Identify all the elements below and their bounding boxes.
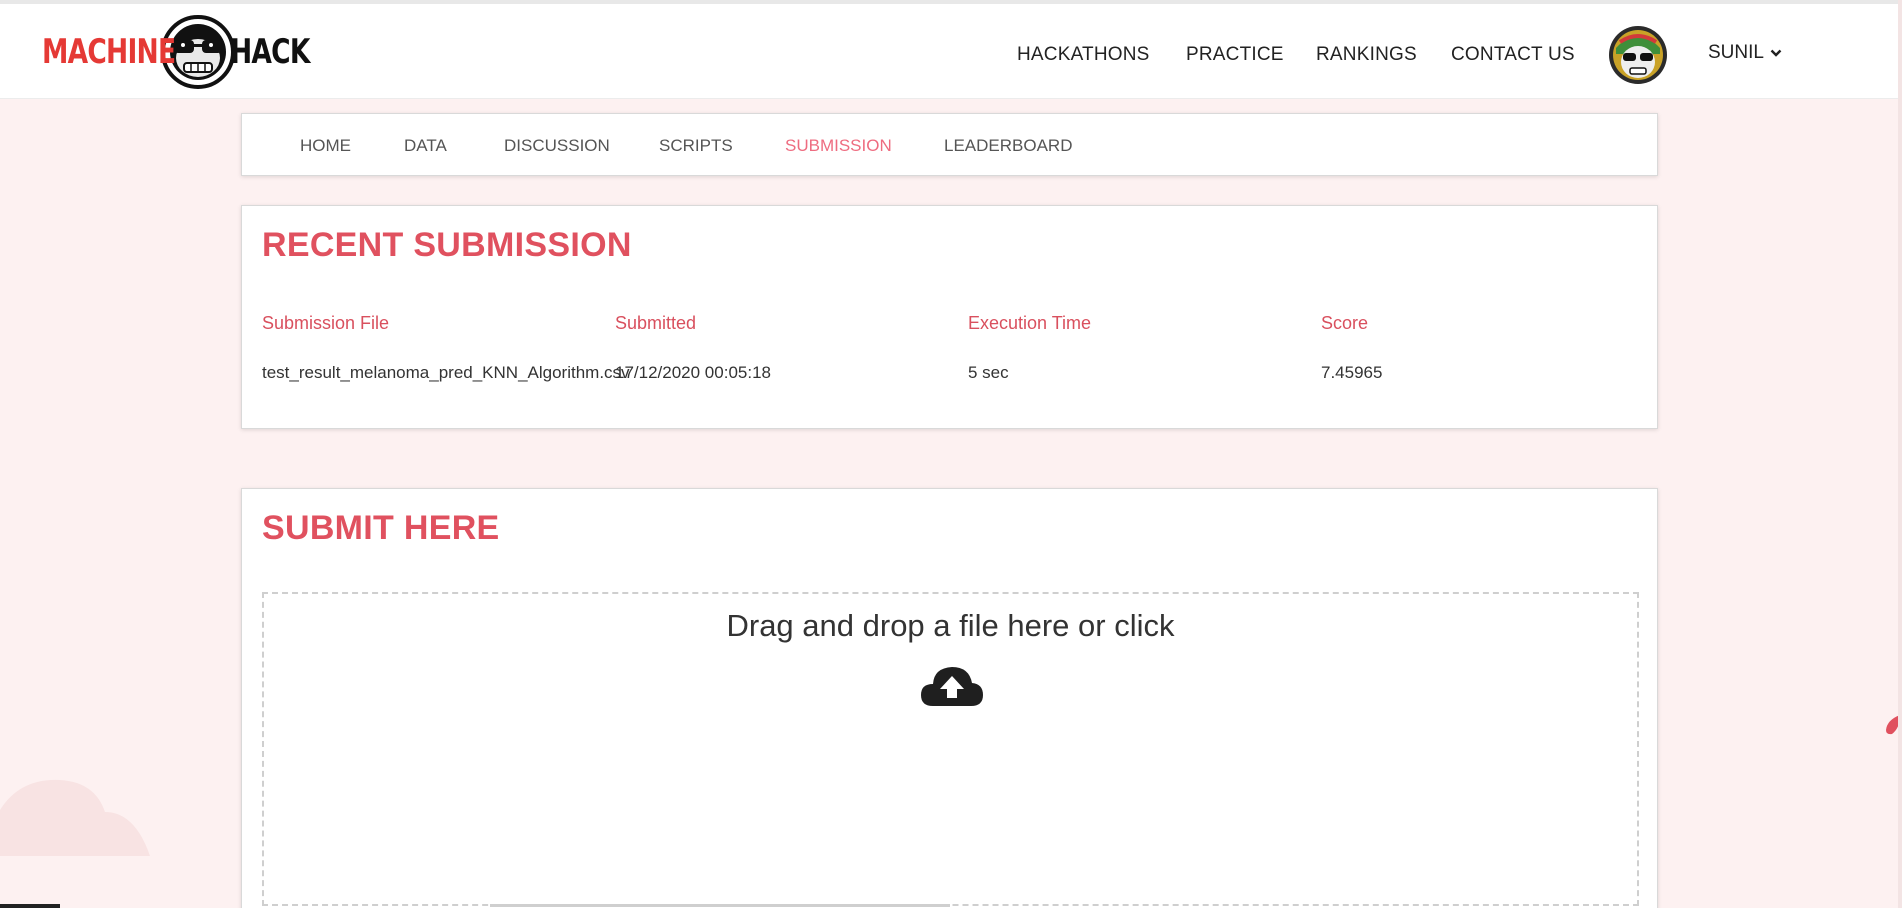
column-header-score: Score	[1321, 313, 1369, 333]
submit-card: SUBMIT HERE Drag and drop a file here or…	[241, 488, 1658, 908]
nav-contact-us[interactable]: CONTACT US	[1451, 44, 1575, 66]
nav-practice[interactable]: PRACTICE	[1186, 44, 1284, 66]
page-scrollbar[interactable]	[1898, 0, 1902, 908]
logo-text-hack: HACK	[230, 32, 310, 72]
tab-data[interactable]: DATA	[404, 136, 447, 156]
tab-scripts[interactable]: SCRIPTS	[659, 136, 733, 156]
submission-file-cell: test_result_melanoma_pred_KNN_Algorithm.…	[262, 363, 630, 382]
user-menu[interactable]: SUNIL	[1708, 42, 1782, 64]
chevron-down-icon	[1770, 49, 1782, 57]
file-dropzone[interactable]: Drag and drop a file here or click	[262, 592, 1639, 906]
tab-home[interactable]: HOME	[300, 136, 351, 156]
submit-here-title: SUBMIT HERE	[262, 509, 500, 547]
tab-discussion[interactable]: DISCUSSION	[504, 136, 610, 156]
tab-submission[interactable]: SUBMISSION	[785, 136, 892, 156]
nav-hackathons[interactable]: HACKATHONS	[1017, 44, 1150, 66]
site-header: MACHINE HACK HACKATHONS PRACTICE RANKING…	[0, 4, 1902, 99]
window-bottom-edge-highlight	[490, 904, 950, 907]
cloud-decoration-icon	[0, 779, 150, 856]
recent-submission-card: RECENT SUBMISSION Submission File Submit…	[241, 205, 1658, 429]
score-cell: 7.45965	[1321, 363, 1383, 382]
hackathon-tabs: HOME DATA DISCUSSION SCRIPTS SUBMISSION …	[241, 113, 1658, 176]
logo-text-machine: MACHINE	[42, 32, 176, 72]
machinehack-logo[interactable]: MACHINE HACK	[42, 14, 330, 90]
recent-submission-title: RECENT SUBMISSION	[262, 226, 632, 264]
execution-time-cell: 5 sec	[968, 363, 1009, 382]
column-header-execution-time: Execution Time	[968, 313, 1092, 333]
column-header-submission-file: Submission File	[262, 313, 390, 333]
submitted-cell: 17/12/2020 00:05:18	[615, 363, 771, 382]
window-bottom-edge	[0, 904, 60, 908]
nav-rankings[interactable]: RANKINGS	[1316, 44, 1417, 66]
avatar[interactable]	[1608, 24, 1668, 86]
user-name: SUNIL	[1708, 42, 1764, 63]
tab-leaderboard[interactable]: LEADERBOARD	[944, 136, 1072, 156]
cloud-upload-icon	[921, 667, 983, 706]
column-header-submitted: Submitted	[615, 313, 697, 333]
dropzone-instructions: Drag and drop a file here or click	[726, 608, 1175, 643]
